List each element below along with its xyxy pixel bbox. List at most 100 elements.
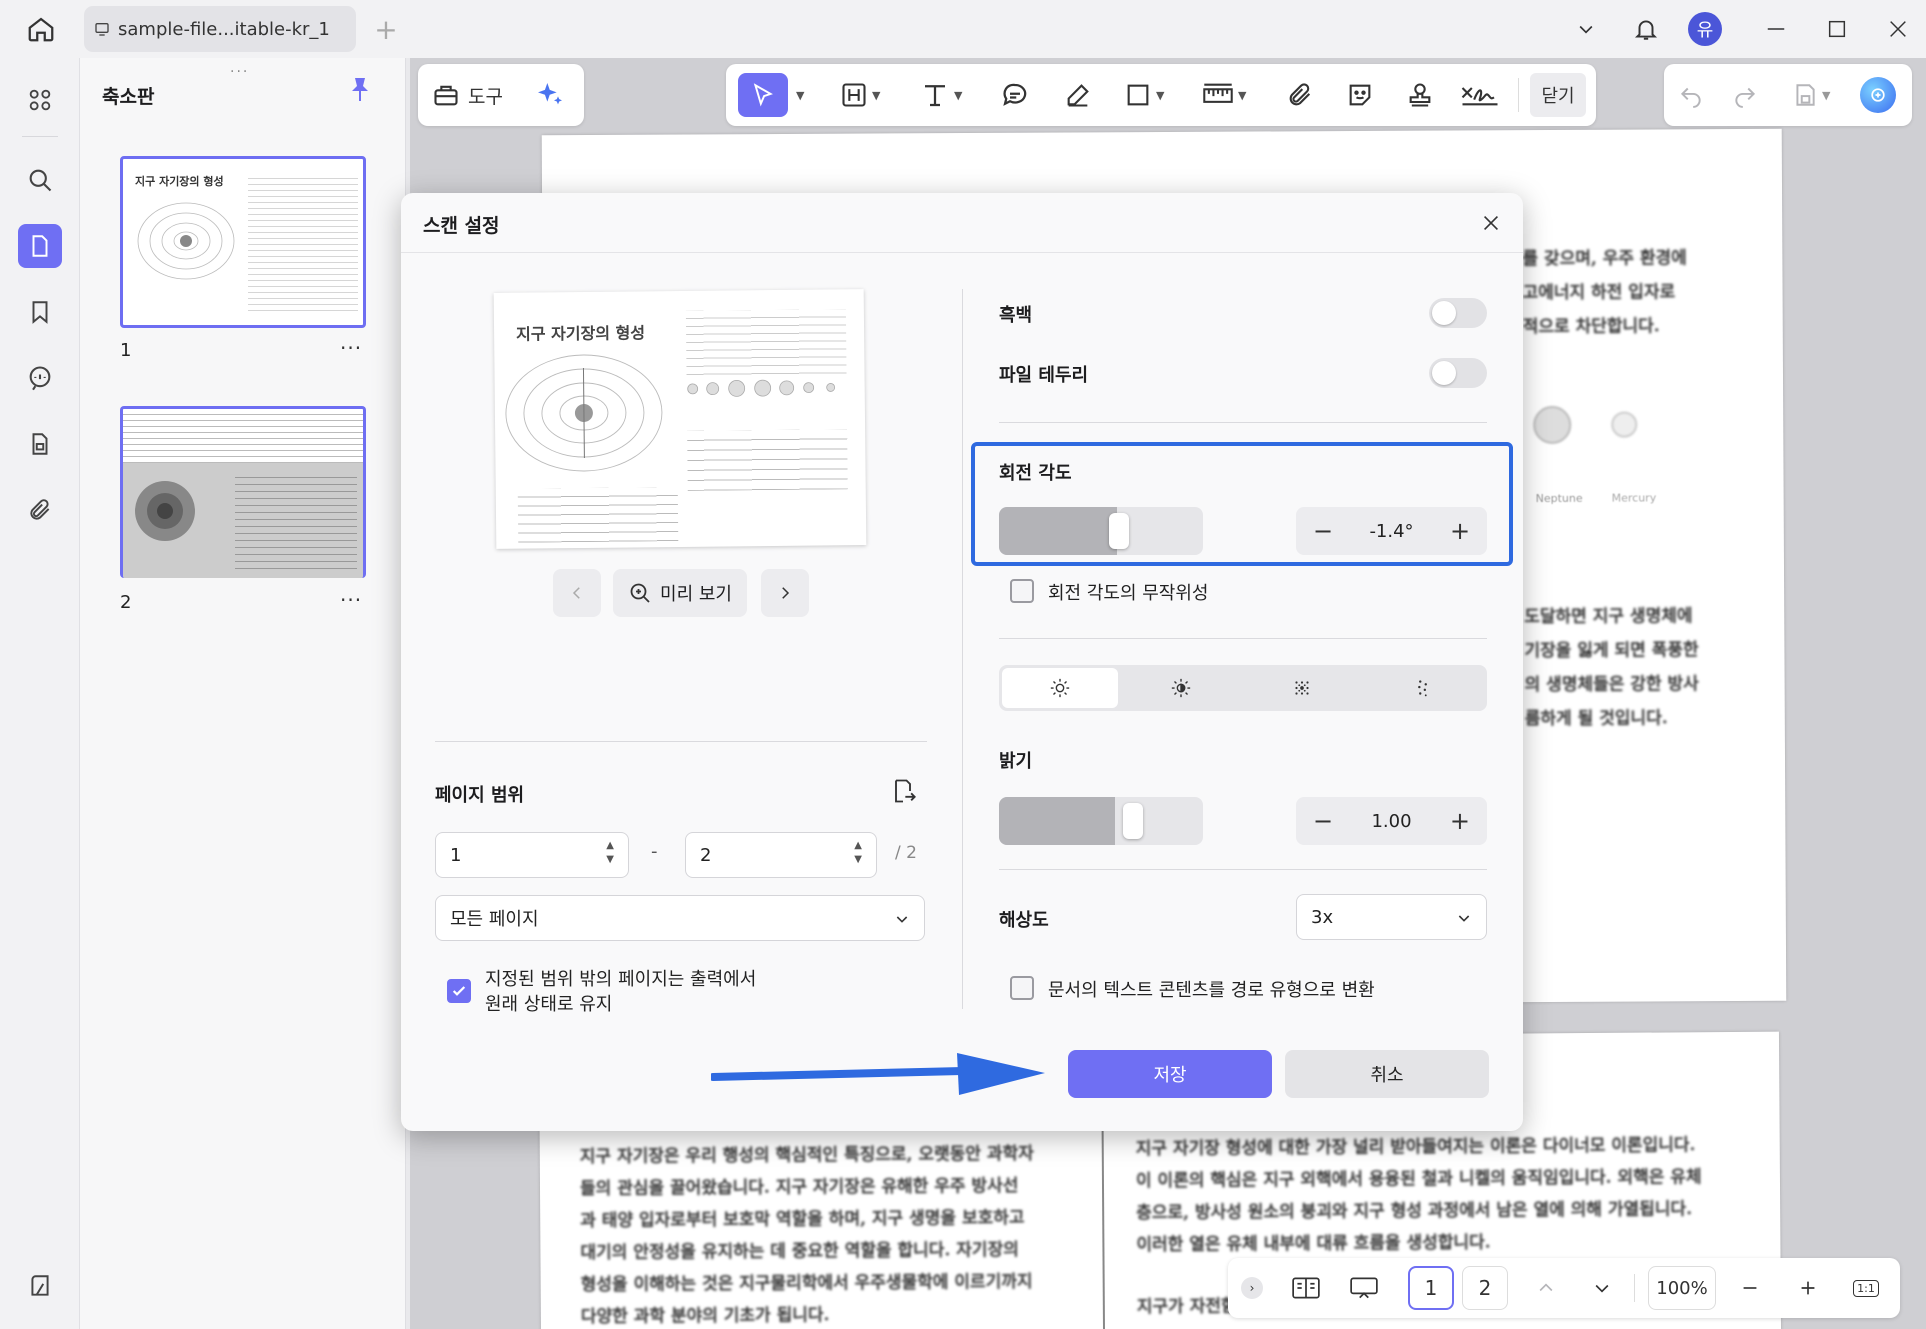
page-navigation-bar: › 1 2 100% 1:1 xyxy=(1228,1258,1900,1318)
undo-icon[interactable] xyxy=(1678,73,1704,117)
slider-fill xyxy=(999,797,1115,845)
rotation-random-checkbox[interactable] xyxy=(1010,579,1034,603)
actual-size-button[interactable]: 1:1 xyxy=(1846,1266,1886,1310)
pin-icon[interactable] xyxy=(348,76,372,104)
zoom-in-icon[interactable] xyxy=(1788,1266,1828,1310)
stamp-tool-button[interactable] xyxy=(1406,73,1434,117)
new-tab-icon[interactable]: + xyxy=(364,7,408,51)
close-icon[interactable] xyxy=(1473,205,1509,241)
resize-handle[interactable]: ··· xyxy=(230,64,249,80)
range-to-input[interactable]: 2 ▲ ▼ xyxy=(685,832,877,878)
theme-toggle-icon[interactable] xyxy=(18,1264,62,1308)
previous-page-icon[interactable] xyxy=(1526,1266,1566,1310)
select-tool-dropdown[interactable]: ▼ xyxy=(792,73,804,117)
thumbnails-page-icon[interactable] xyxy=(18,224,62,268)
redo-icon[interactable] xyxy=(1732,73,1758,117)
zoom-out-icon[interactable] xyxy=(1730,1266,1770,1310)
page-text-line: 기장을 잃게 되면 폭풍한 xyxy=(1524,640,1699,662)
tab-sharpness[interactable] xyxy=(1244,668,1360,708)
preview-previous-button[interactable] xyxy=(553,569,601,617)
tab-brightness[interactable] xyxy=(1002,668,1118,708)
resolution-label: 해상도 xyxy=(999,910,1049,931)
page-2-button[interactable]: 2 xyxy=(1462,1266,1508,1310)
tab-noise[interactable] xyxy=(1365,668,1481,708)
bell-icon[interactable] xyxy=(1624,7,1668,51)
range-from-input[interactable]: 1 ▲ ▼ xyxy=(435,832,629,878)
comment-icon xyxy=(1003,83,1027,106)
increase-icon[interactable]: + xyxy=(1447,517,1473,545)
select-tool-button[interactable] xyxy=(738,73,788,117)
maximize-icon[interactable] xyxy=(1815,7,1859,51)
slider-fill xyxy=(999,507,1117,555)
decrease-icon[interactable]: − xyxy=(1310,517,1336,545)
file-tab[interactable]: sample-file...itable-kr_1 xyxy=(84,6,356,52)
bookmark-icon[interactable] xyxy=(18,290,62,334)
slider-thumb[interactable] xyxy=(1123,803,1143,839)
brightness-value[interactable]: 1.00 xyxy=(1371,811,1411,832)
highlight-tool-button[interactable]: ▼ xyxy=(840,73,880,117)
preview-button[interactable]: 미리 보기 xyxy=(613,569,747,617)
attach-tool-button[interactable] xyxy=(1286,73,1314,117)
slider-thumb[interactable] xyxy=(1109,513,1129,549)
next-page-icon[interactable] xyxy=(1582,1266,1622,1310)
thumbnail-more-button[interactable]: ··· xyxy=(340,336,362,360)
save-button[interactable]: 저장 xyxy=(1068,1050,1272,1098)
chevron-down-icon: ▼ xyxy=(1156,88,1165,102)
bw-toggle[interactable] xyxy=(1429,298,1487,328)
comment-tool-button[interactable] xyxy=(1000,73,1030,117)
document-scan-icon[interactable] xyxy=(18,422,62,466)
page-select-dropdown[interactable]: 모든 페이지 xyxy=(435,895,925,941)
ai-assistant-icon[interactable] xyxy=(1860,73,1896,117)
reading-mode-icon[interactable] xyxy=(1284,1266,1328,1310)
range-to-value: 2 xyxy=(700,844,712,866)
cancel-button[interactable]: 취소 xyxy=(1285,1050,1489,1098)
chevron-down-icon[interactable] xyxy=(1564,7,1608,51)
decrease-icon[interactable]: − xyxy=(1310,807,1336,835)
rectangle-icon xyxy=(1127,84,1149,106)
thumbnail-page-2[interactable] xyxy=(120,406,366,578)
spinner-icon[interactable]: ▲ ▼ xyxy=(606,839,614,867)
toolbox-icon xyxy=(432,81,460,109)
search-icon[interactable] xyxy=(18,158,62,202)
brightness-slider[interactable] xyxy=(999,797,1203,845)
keep-outside-checkbox[interactable] xyxy=(447,979,471,1003)
rotation-slider[interactable] xyxy=(999,507,1203,555)
annotation-toolbar: ▼ ▼ ▼ ▼ ▼ 닫기 xyxy=(726,64,1596,126)
check-icon xyxy=(452,986,466,996)
preview-label: 미리 보기 xyxy=(660,584,732,605)
presentation-icon[interactable] xyxy=(1342,1266,1386,1310)
signature-tool-button[interactable] xyxy=(1460,73,1500,117)
avatar[interactable]: 유 xyxy=(1688,12,1722,46)
home-icon[interactable] xyxy=(19,7,63,51)
attachment-icon[interactable] xyxy=(18,488,62,532)
preview-heading: 지구 자기장의 형성 xyxy=(516,323,646,344)
spinner-icon[interactable]: ▲ ▼ xyxy=(854,839,862,867)
rotation-value[interactable]: -1.4° xyxy=(1369,521,1413,542)
minimize-icon[interactable] xyxy=(1754,7,1798,51)
close-toolbar-button[interactable]: 닫기 xyxy=(1530,73,1586,117)
thumbnail-more-button[interactable]: ··· xyxy=(340,588,362,612)
sticker-tool-button[interactable] xyxy=(1346,73,1374,117)
tools-button[interactable]: 도구 xyxy=(432,73,503,117)
page-1-button[interactable]: 1 xyxy=(1408,1266,1454,1310)
text-tool-button[interactable]: ▼ xyxy=(920,73,962,117)
comments-icon[interactable] xyxy=(18,356,62,400)
preview-next-button[interactable] xyxy=(761,569,809,617)
zoom-level[interactable]: 100% xyxy=(1648,1266,1716,1310)
tools-toolbar: 도구 xyxy=(418,64,584,126)
measure-tool-button[interactable]: ▼ xyxy=(1202,73,1246,117)
shape-tool-button[interactable]: ▼ xyxy=(1124,73,1164,117)
expand-icon[interactable]: › xyxy=(1238,1266,1266,1310)
resolution-dropdown[interactable]: 3x xyxy=(1296,894,1487,940)
increase-icon[interactable]: + xyxy=(1447,807,1473,835)
ai-sparkle-icon[interactable] xyxy=(534,73,566,117)
save-file-icon[interactable]: ▼ xyxy=(1792,73,1830,117)
close-window-icon[interactable] xyxy=(1876,7,1920,51)
convert-text-checkbox[interactable] xyxy=(1010,976,1034,1000)
pen-tool-button[interactable] xyxy=(1064,73,1092,117)
apps-grid-icon[interactable] xyxy=(18,78,62,122)
page-range-swap-icon[interactable] xyxy=(885,773,921,809)
thumbnail-page-1[interactable]: 지구 자기장의 형성 xyxy=(120,156,366,328)
file-border-toggle[interactable] xyxy=(1429,358,1487,388)
tab-contrast[interactable] xyxy=(1123,668,1239,708)
